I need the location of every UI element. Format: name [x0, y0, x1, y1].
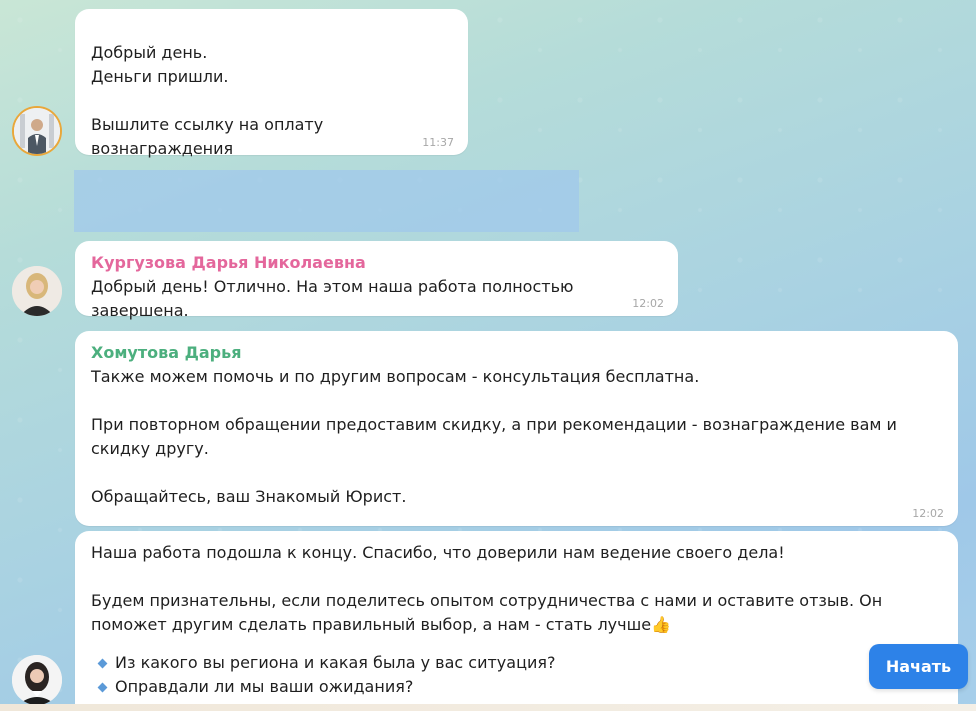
- list-item-text: Оправдали ли мы ваши ожидания?: [115, 677, 414, 696]
- message-time: 11:37: [422, 136, 454, 149]
- bot-avatar[interactable]: [12, 655, 62, 705]
- user-avatar-image: [14, 108, 60, 154]
- input-area-edge: [0, 704, 976, 711]
- start-button[interactable]: Начать: [869, 644, 968, 689]
- list-item-text: Из какого вы региона и какая была у вас …: [115, 653, 556, 672]
- message-bubble-kurguzova: Кургузова Дарья Николаевна Добрый день! …: [75, 241, 678, 320]
- sender-name[interactable]: Кургузова Дарья Николаевна: [91, 253, 662, 273]
- message-text-review: Будем признательны, если поделитесь опыт…: [91, 591, 888, 634]
- message-text: Также можем помочь и по другим вопросам …: [91, 367, 897, 506]
- list-item: Из какого вы региона и какая была у вас …: [91, 651, 942, 675]
- message-text-review-request: Будем признательны, если поделитесь опыт…: [91, 589, 951, 637]
- bot-avatar-image: [12, 655, 62, 705]
- message-bubble-incoming: Добрый день. Деньги пришли. Вышлите ссыл…: [75, 9, 468, 158]
- message-bubble-khomutova: Хомутова Дарья Также можем помочь и по д…: [75, 331, 958, 526]
- message-time: 12:02: [632, 297, 664, 310]
- message-bubble-bot: Наша работа подошла к концу. Спасибо, чт…: [75, 531, 958, 711]
- message-text: Добрый день! Отлично. На этом наша работ…: [91, 277, 579, 320]
- blue-diamond-icon: [97, 682, 108, 693]
- message-text: Добрый день. Деньги пришли. Вышлите ссыл…: [91, 43, 324, 158]
- list-item: Оправдали ли мы ваши ожидания?: [91, 675, 942, 699]
- message-time: 12:02: [912, 507, 944, 520]
- user-avatar[interactable]: [12, 106, 62, 156]
- hidden-message-placeholder: [74, 170, 579, 232]
- sender-name[interactable]: Хомутова Дарья: [91, 343, 942, 363]
- thumbs-up-emoji: 👍: [651, 615, 672, 634]
- blue-diamond-icon: [97, 658, 108, 669]
- message-text-thanks: Наша работа подошла к концу. Спасибо, чт…: [91, 543, 785, 562]
- sender-avatar-kurguzova[interactable]: [12, 266, 62, 316]
- sender-avatar-image: [12, 266, 62, 316]
